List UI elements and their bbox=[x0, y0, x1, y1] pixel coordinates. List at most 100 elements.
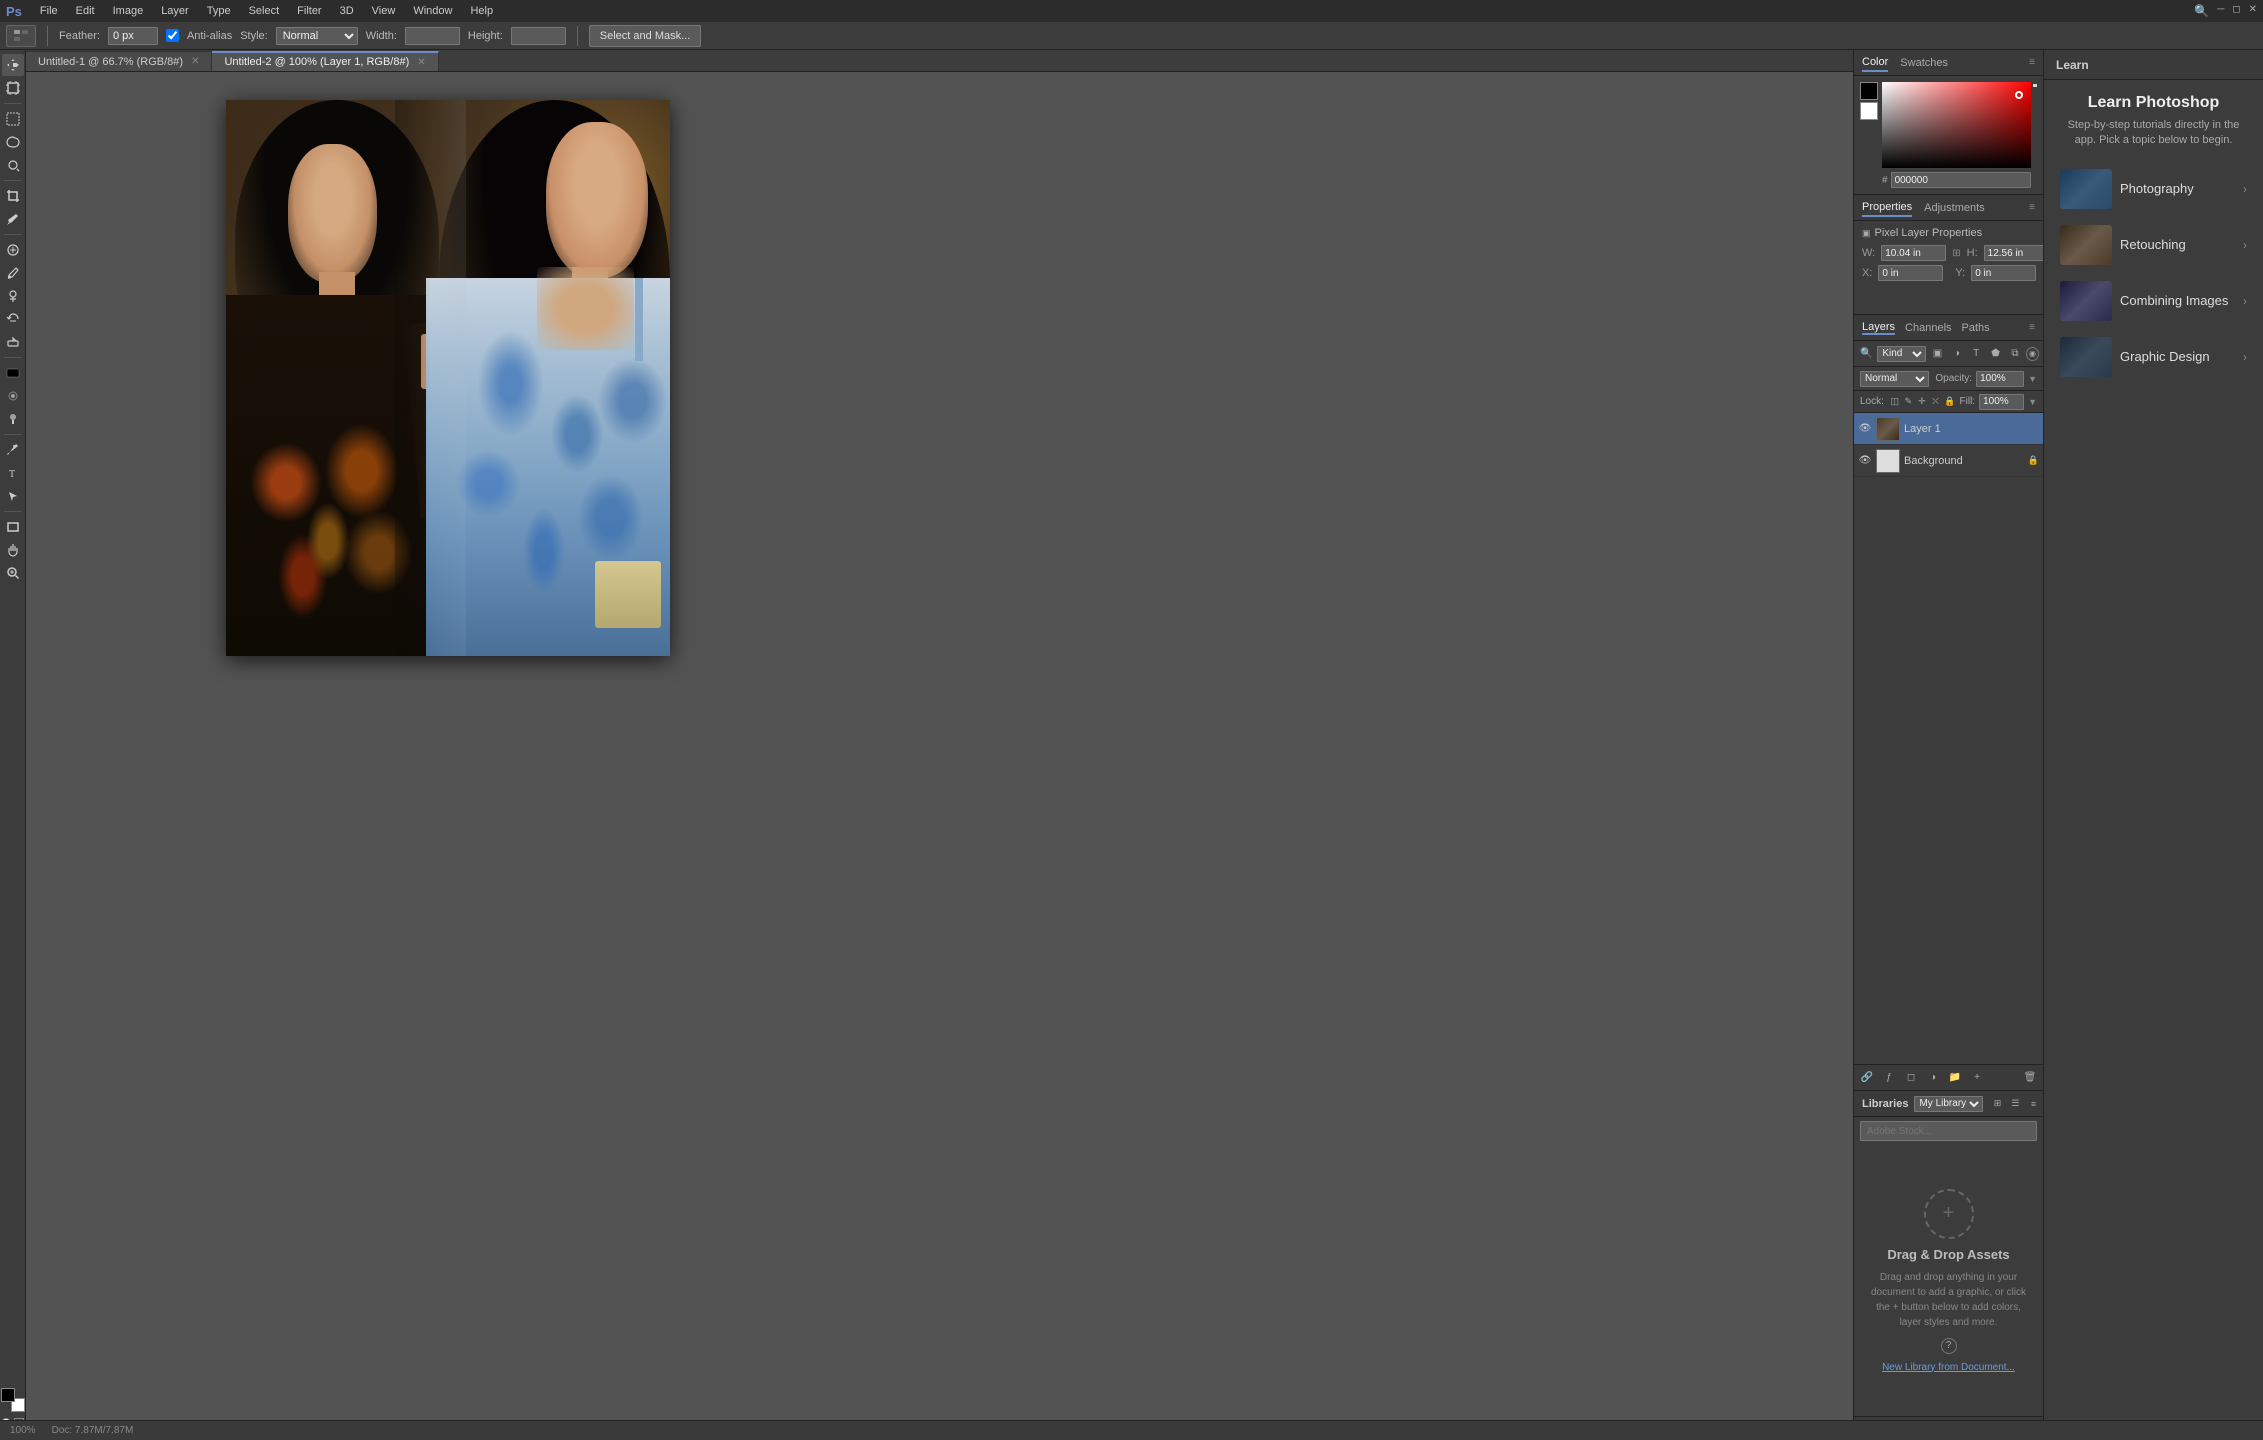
layer-eye-layer1[interactable]: 👁 bbox=[1858, 422, 1872, 436]
tab-color[interactable]: Color bbox=[1862, 54, 1888, 72]
layers-shape-filter[interactable]: ⬟ bbox=[1987, 345, 2003, 363]
layers-smartobj-filter[interactable]: ⧉ bbox=[2007, 345, 2023, 363]
width-input[interactable] bbox=[405, 27, 460, 45]
tool-hand[interactable] bbox=[2, 539, 24, 561]
library-search[interactable] bbox=[1860, 1121, 2037, 1141]
tab-paths[interactable]: Paths bbox=[1962, 322, 1990, 334]
tool-crop[interactable] bbox=[2, 185, 24, 207]
menu-edit[interactable]: Edit bbox=[68, 3, 103, 19]
layer-item-background[interactable]: 👁 Background 🔒 bbox=[1854, 445, 2043, 477]
tool-eraser[interactable] bbox=[2, 331, 24, 353]
tool-eyedropper[interactable] bbox=[2, 208, 24, 230]
background-color[interactable] bbox=[1860, 102, 1878, 120]
tool-rectangle[interactable] bbox=[2, 516, 24, 538]
layers-panel-collapse[interactable]: ≡ bbox=[2029, 322, 2035, 333]
tool-dodge[interactable] bbox=[2, 408, 24, 430]
add-mask-btn[interactable]: ◻ bbox=[1902, 1069, 1920, 1087]
layer-eye-background[interactable]: 👁 bbox=[1858, 454, 1872, 468]
tool-preset-btn[interactable] bbox=[6, 25, 36, 47]
new-layer-btn[interactable]: + bbox=[1968, 1069, 1986, 1087]
add-style-btn[interactable]: ƒ bbox=[1880, 1069, 1898, 1087]
window-minimize[interactable]: ─ bbox=[2217, 4, 2224, 18]
layers-filter-toggle[interactable]: ◉ bbox=[2026, 347, 2039, 361]
tool-blur[interactable] bbox=[2, 385, 24, 407]
menu-filter[interactable]: Filter bbox=[289, 3, 329, 19]
foreground-color[interactable] bbox=[1860, 82, 1878, 100]
library-grid-view[interactable]: ⊞ bbox=[1989, 1096, 2005, 1112]
blend-mode-select[interactable]: Normal Multiply Screen Overlay bbox=[1860, 371, 1929, 387]
style-select[interactable]: Normal Fixed Ratio Fixed Size bbox=[276, 27, 358, 45]
learn-item-graphic-design[interactable]: Graphic Design › bbox=[2056, 333, 2251, 381]
tool-history-brush[interactable] bbox=[2, 308, 24, 330]
library-new-from-doc-link[interactable]: New Library from Document... bbox=[1882, 1362, 2015, 1373]
lock-all[interactable]: 🔒 bbox=[1944, 394, 1955, 410]
link-proportions[interactable]: ⊞ bbox=[1952, 248, 1960, 259]
learn-item-combining[interactable]: Combining Images › bbox=[2056, 277, 2251, 325]
opacity-input[interactable] bbox=[1976, 371, 2024, 387]
menu-3d[interactable]: 3D bbox=[332, 3, 362, 19]
window-close[interactable]: ✕ bbox=[2249, 4, 2257, 18]
window-restore[interactable]: ◻ bbox=[2232, 4, 2240, 18]
layers-pixel-filter[interactable]: ▣ bbox=[1929, 345, 1945, 363]
fill-input[interactable] bbox=[1979, 394, 2024, 410]
lock-artboards[interactable]: ⛌ bbox=[1931, 394, 1941, 410]
tool-gradient[interactable] bbox=[2, 362, 24, 384]
layers-text-filter[interactable]: T bbox=[1968, 345, 1984, 363]
y-prop-input[interactable] bbox=[1971, 265, 2036, 281]
menu-type[interactable]: Type bbox=[199, 3, 239, 19]
tab-untitled2[interactable]: Untitled-2 @ 100% (Layer 1, RGB/8#) ✕ bbox=[212, 51, 438, 71]
tab-close-2[interactable]: ✕ bbox=[417, 57, 425, 68]
menu-image[interactable]: Image bbox=[105, 3, 152, 19]
layers-kind-select[interactable]: Kind Name Effect bbox=[1877, 346, 1926, 362]
tab-close-1[interactable]: ✕ bbox=[191, 56, 199, 67]
learn-item-photography[interactable]: Photography › bbox=[2056, 165, 2251, 213]
tab-properties[interactable]: Properties bbox=[1862, 199, 1912, 217]
new-group-btn[interactable]: 📁 bbox=[1946, 1069, 1964, 1087]
hex-input[interactable] bbox=[1891, 172, 2031, 188]
tool-healing[interactable] bbox=[2, 239, 24, 261]
tool-quick-select[interactable] bbox=[2, 154, 24, 176]
tab-layers[interactable]: Layers bbox=[1862, 321, 1895, 335]
tab-adjustments[interactable]: Adjustments bbox=[1924, 200, 1985, 216]
library-help-icon[interactable]: ? bbox=[1941, 1338, 1957, 1354]
tab-channels[interactable]: Channels bbox=[1905, 322, 1951, 334]
lock-transparent-pixels[interactable]: ◫ bbox=[1890, 394, 1900, 410]
x-prop-input[interactable] bbox=[1878, 265, 1943, 281]
menu-view[interactable]: View bbox=[364, 3, 404, 19]
height-prop-input[interactable] bbox=[1984, 245, 2049, 261]
new-adjustment-btn[interactable]: ◑ bbox=[1924, 1069, 1942, 1087]
tool-clone-stamp[interactable] bbox=[2, 285, 24, 307]
tool-zoom[interactable] bbox=[2, 562, 24, 584]
anti-alias-checkbox[interactable] bbox=[166, 29, 179, 42]
layers-adjustment-filter[interactable]: ◑ bbox=[1949, 345, 1965, 363]
menu-help[interactable]: Help bbox=[462, 3, 501, 19]
tab-untitled1[interactable]: Untitled-1 @ 66.7% (RGB/8#) ✕ bbox=[26, 51, 212, 71]
color-saturation-field[interactable] bbox=[1882, 82, 2031, 168]
fill-dropdown[interactable]: ▼ bbox=[2028, 397, 2037, 407]
learn-item-retouching[interactable]: Retouching › bbox=[2056, 221, 2251, 269]
properties-panel-collapse[interactable]: ≡ bbox=[2029, 202, 2035, 213]
menu-layer[interactable]: Layer bbox=[153, 3, 197, 19]
tool-pen[interactable] bbox=[2, 439, 24, 461]
layer-item-layer1[interactable]: 👁 Layer 1 bbox=[1854, 413, 2043, 445]
opacity-dropdown[interactable]: ▼ bbox=[2028, 374, 2037, 384]
tool-lasso[interactable] bbox=[2, 131, 24, 153]
height-input[interactable] bbox=[511, 27, 566, 45]
select-mask-btn[interactable]: Select and Mask... bbox=[589, 25, 702, 47]
tool-text[interactable]: T bbox=[2, 462, 24, 484]
fg-color-swatch[interactable] bbox=[1, 1388, 15, 1402]
library-list-view[interactable]: ☰ bbox=[2007, 1096, 2023, 1112]
search-icon[interactable]: 🔍 bbox=[2194, 4, 2209, 18]
library-menu[interactable]: ≡ bbox=[2025, 1096, 2041, 1112]
width-prop-input[interactable] bbox=[1881, 245, 1946, 261]
library-select[interactable]: My Library bbox=[1914, 1096, 1983, 1112]
link-layers-btn[interactable]: 🔗 bbox=[1858, 1069, 1876, 1087]
tool-artboard[interactable] bbox=[2, 77, 24, 99]
tool-path-select[interactable] bbox=[2, 485, 24, 507]
tool-brush[interactable] bbox=[2, 262, 24, 284]
delete-layer-btn[interactable]: 🗑 bbox=[2021, 1069, 2039, 1087]
feather-input[interactable] bbox=[108, 27, 158, 45]
menu-window[interactable]: Window bbox=[405, 3, 460, 19]
menu-select[interactable]: Select bbox=[241, 3, 288, 19]
menu-file[interactable]: File bbox=[32, 3, 66, 19]
